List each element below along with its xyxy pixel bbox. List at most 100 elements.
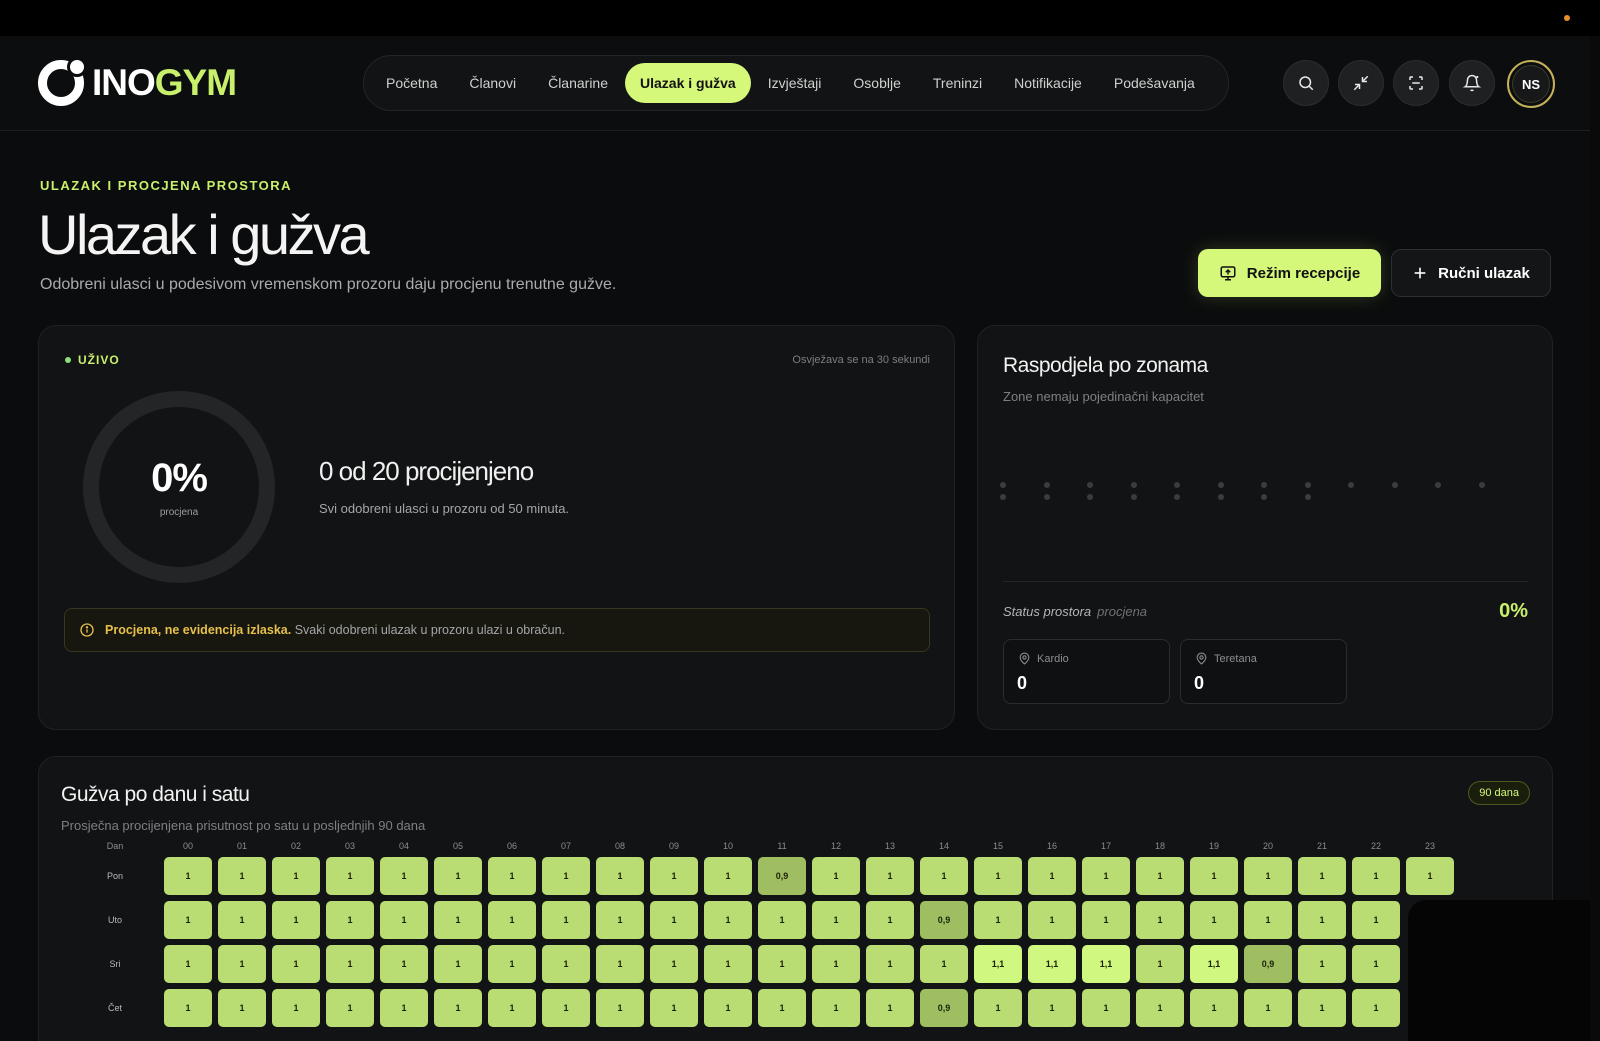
heatmap-cell[interactable]: 1 xyxy=(542,989,590,1027)
heatmap-cell[interactable]: 1 xyxy=(164,945,212,983)
heatmap-cell[interactable]: 1 xyxy=(380,857,428,895)
brand-logo[interactable]: INOGYM xyxy=(38,57,237,106)
heatmap-cell[interactable]: 1 xyxy=(272,901,320,939)
heatmap-cell[interactable]: 1 xyxy=(164,901,212,939)
heatmap-cell[interactable]: 1 xyxy=(542,901,590,939)
heatmap-cell[interactable]: 1 xyxy=(704,945,752,983)
heatmap-cell[interactable]: 1 xyxy=(812,857,860,895)
heatmap-cell[interactable]: 0,9 xyxy=(1244,945,1292,983)
heatmap-cell[interactable]: 1 xyxy=(812,989,860,1027)
heatmap-cell[interactable]: 1 xyxy=(488,989,536,1027)
heatmap-cell[interactable]: 1 xyxy=(650,945,698,983)
heatmap-cell[interactable]: 1 xyxy=(812,901,860,939)
nav-item[interactable]: Osoblje xyxy=(838,63,915,103)
nav-item[interactable]: Notifikacije xyxy=(999,63,1097,103)
heatmap-cell[interactable]: 1 xyxy=(164,989,212,1027)
heatmap-cell[interactable]: 1,1 xyxy=(974,945,1022,983)
nav-item[interactable]: Članovi xyxy=(454,63,531,103)
scan-button[interactable] xyxy=(1393,60,1439,106)
heatmap-cell[interactable]: 1 xyxy=(1244,989,1292,1027)
heatmap-cell[interactable]: 0,9 xyxy=(920,989,968,1027)
nav-item[interactable]: Članarine xyxy=(533,63,623,103)
heatmap-cell[interactable]: 1,1 xyxy=(1082,945,1130,983)
heatmap-cell[interactable]: 1 xyxy=(1244,857,1292,895)
heatmap-cell[interactable]: 1 xyxy=(326,945,374,983)
nav-item[interactable]: Podešavanja xyxy=(1099,63,1210,103)
heatmap-cell[interactable]: 1 xyxy=(1244,901,1292,939)
heatmap-cell[interactable]: 1 xyxy=(1352,857,1400,895)
heatmap-cell[interactable]: 1 xyxy=(704,989,752,1027)
heatmap-cell[interactable]: 1 xyxy=(758,989,806,1027)
heatmap-cell[interactable]: 0,9 xyxy=(920,901,968,939)
heatmap-cell[interactable]: 1 xyxy=(272,857,320,895)
heatmap-cell[interactable]: 1 xyxy=(650,901,698,939)
heatmap-cell[interactable]: 1 xyxy=(596,989,644,1027)
heatmap-cell[interactable]: 1 xyxy=(812,945,860,983)
heatmap-cell[interactable]: 1 xyxy=(272,989,320,1027)
heatmap-cell[interactable]: 1 xyxy=(1352,901,1400,939)
nav-item[interactable]: Treninzi xyxy=(918,63,997,103)
heatmap-cell[interactable]: 1 xyxy=(704,901,752,939)
heatmap-cell[interactable]: 1 xyxy=(326,989,374,1027)
heatmap-cell[interactable]: 1 xyxy=(1136,945,1184,983)
heatmap-cell[interactable]: 1 xyxy=(326,901,374,939)
heatmap-cell[interactable]: 1 xyxy=(542,857,590,895)
heatmap-cell[interactable]: 1 xyxy=(380,945,428,983)
heatmap-cell[interactable]: 1 xyxy=(758,945,806,983)
collapse-button[interactable] xyxy=(1338,60,1384,106)
user-avatar[interactable]: NS xyxy=(1507,60,1555,108)
heatmap-cell[interactable]: 1 xyxy=(974,857,1022,895)
heatmap-cell[interactable]: 1 xyxy=(596,945,644,983)
heatmap-cell[interactable]: 1 xyxy=(1298,945,1346,983)
heatmap-cell[interactable]: 1 xyxy=(596,901,644,939)
scrollbar[interactable] xyxy=(1590,36,1600,1041)
heatmap-cell[interactable]: 1 xyxy=(1082,901,1130,939)
heatmap-cell[interactable]: 1 xyxy=(1298,857,1346,895)
heatmap-cell[interactable]: 1 xyxy=(488,857,536,895)
heatmap-cell[interactable]: 1 xyxy=(164,857,212,895)
heatmap-cell[interactable]: 1 xyxy=(218,945,266,983)
heatmap-cell[interactable]: 1 xyxy=(1028,989,1076,1027)
heatmap-cell[interactable]: 1 xyxy=(866,857,914,895)
heatmap-cell[interactable]: 1 xyxy=(866,989,914,1027)
heatmap-cell[interactable]: 1 xyxy=(1136,989,1184,1027)
heatmap-cell[interactable]: 1 xyxy=(434,989,482,1027)
heatmap-cell[interactable]: 1 xyxy=(1298,901,1346,939)
zone-card-kardio[interactable]: Kardio 0 xyxy=(1003,639,1170,704)
heatmap-cell[interactable]: 1 xyxy=(218,901,266,939)
heatmap-cell[interactable]: 1 xyxy=(1190,901,1238,939)
manual-entry-button[interactable]: Ručni ulazak xyxy=(1391,249,1551,297)
heatmap-cell[interactable]: 1 xyxy=(1190,857,1238,895)
heatmap-cell[interactable]: 1 xyxy=(326,857,374,895)
heatmap-cell[interactable]: 1 xyxy=(866,945,914,983)
heatmap-cell[interactable]: 1 xyxy=(380,989,428,1027)
heatmap-cell[interactable]: 1 xyxy=(596,857,644,895)
heatmap-cell[interactable]: 1 xyxy=(704,857,752,895)
nav-item[interactable]: Početna xyxy=(371,63,452,103)
heatmap-cell[interactable]: 1 xyxy=(1136,901,1184,939)
heatmap-cell[interactable]: 1,1 xyxy=(1190,945,1238,983)
heatmap-cell[interactable]: 1 xyxy=(434,945,482,983)
heatmap-cell[interactable]: 1 xyxy=(650,989,698,1027)
heatmap-cell[interactable]: 1 xyxy=(974,989,1022,1027)
heatmap-cell[interactable]: 1 xyxy=(1082,857,1130,895)
heatmap-cell[interactable]: 1 xyxy=(1298,989,1346,1027)
heatmap-cell[interactable]: 1 xyxy=(488,945,536,983)
notifications-button[interactable] xyxy=(1449,60,1495,106)
nav-item[interactable]: Ulazak i gužva xyxy=(625,63,751,103)
heatmap-cell[interactable]: 1 xyxy=(488,901,536,939)
nav-item[interactable]: Izvještaji xyxy=(753,63,837,103)
heatmap-cell[interactable]: 1 xyxy=(920,857,968,895)
heatmap-cell[interactable]: 1 xyxy=(866,901,914,939)
heatmap-cell[interactable]: 0,9 xyxy=(758,857,806,895)
heatmap-cell[interactable]: 1 xyxy=(758,901,806,939)
heatmap-cell[interactable]: 1 xyxy=(218,857,266,895)
heatmap-cell[interactable]: 1 xyxy=(920,945,968,983)
heatmap-cell[interactable]: 1 xyxy=(974,901,1022,939)
heatmap-cell[interactable]: 1,1 xyxy=(1028,945,1076,983)
heatmap-cell[interactable]: 1 xyxy=(542,945,590,983)
heatmap-cell[interactable]: 1 xyxy=(1082,989,1130,1027)
heatmap-cell[interactable]: 1 xyxy=(272,945,320,983)
heatmap-cell[interactable]: 1 xyxy=(380,901,428,939)
heatmap-cell[interactable]: 1 xyxy=(650,857,698,895)
